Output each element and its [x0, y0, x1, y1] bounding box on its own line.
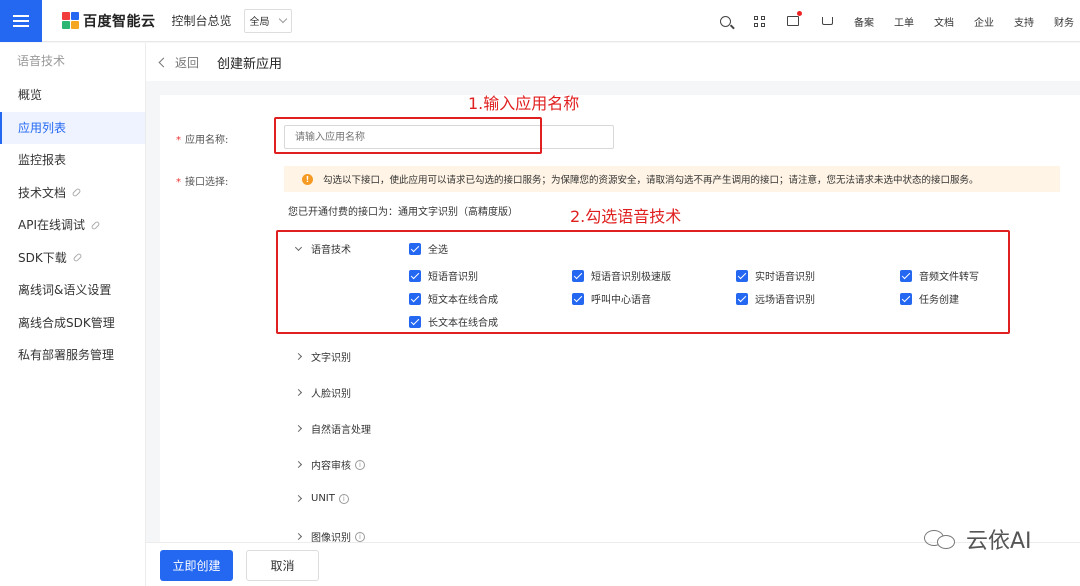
app-name-label: * 应用名称:	[176, 135, 229, 146]
sidebar-item-sdk-download[interactable]: SDK下载	[0, 242, 145, 275]
annotation-step-2: 2.勾选语音技术	[570, 207, 682, 226]
baidu-cloud-logo-icon	[62, 12, 79, 29]
message-icon	[787, 16, 799, 26]
sidebar-item-offline-sdk[interactable]: 离线合成SDK管理	[0, 307, 145, 340]
cancel-button[interactable]: 取消	[246, 550, 319, 581]
cart-button[interactable]	[810, 0, 844, 42]
chevron-right-icon	[294, 388, 303, 397]
required-mark: *	[176, 177, 181, 188]
page-header: 返回 创建新应用	[146, 43, 1080, 81]
chevron-right-icon	[294, 424, 303, 433]
category-unit-toggle[interactable]: UNIT i	[294, 493, 349, 504]
paid-api-text: 您已开通付费的接口为：通用文字识别（高精度版）	[288, 207, 518, 218]
region-value: 全局	[249, 17, 270, 28]
warning-icon: !	[302, 173, 313, 185]
annotation-step-1: 1.输入应用名称	[468, 94, 580, 113]
annotation-box-speech	[276, 230, 1010, 334]
back-button[interactable]: 返回	[158, 54, 200, 71]
brand-logo[interactable]: 百度智能云	[62, 11, 156, 31]
sidebar-item-app-list[interactable]: 应用列表	[0, 111, 145, 144]
category-ocr-toggle[interactable]: 文字识别	[294, 349, 351, 364]
grid-icon	[753, 15, 765, 27]
external-link-icon	[71, 187, 82, 198]
search-icon	[719, 15, 731, 27]
watermark-text: 云依AI	[966, 529, 1032, 554]
notice-text: 勾选以下接口，使此应用可以请求已勾选的接口服务；为保障您的资源安全，请取消勾选不…	[323, 175, 979, 186]
region-select[interactable]: 全局	[243, 8, 292, 33]
sidebar-item-label: API在线调试	[18, 218, 85, 232]
hamburger-icon	[13, 19, 29, 22]
info-icon: i	[338, 493, 349, 504]
chat-bubbles-icon	[924, 526, 958, 552]
annotation-box-name	[274, 117, 542, 154]
brand-name: 百度智能云	[83, 13, 156, 30]
top-navigation-bar: 百度智能云 控制台总览 全局 备案 工单 文档 企业 支持 财务	[0, 0, 1080, 42]
hamburger-menu-button[interactable]	[0, 0, 42, 42]
messages-button[interactable]	[776, 0, 810, 42]
chevron-right-icon	[294, 494, 303, 503]
topnav-link-beian[interactable]: 备案	[844, 14, 884, 29]
sidebar-item-tech-docs[interactable]: 技术文档	[0, 177, 145, 210]
page-title: 创建新应用	[217, 56, 283, 72]
topnav-link-finance[interactable]: 财务	[1044, 14, 1080, 29]
category-audit-toggle[interactable]: 内容审核 i	[294, 457, 365, 472]
category-face-toggle[interactable]: 人脸识别	[294, 385, 351, 400]
sidebar-item-label: 离线词&语义设置	[18, 283, 112, 297]
category-nlp-toggle[interactable]: 自然语言处理	[294, 421, 371, 436]
sidebar-item-label: 概览	[18, 88, 43, 102]
chevron-down-icon	[278, 14, 287, 24]
sidebar-item-overview[interactable]: 概览	[0, 79, 145, 112]
chevron-left-icon	[158, 57, 169, 67]
sidebar-item-label: 离线合成SDK管理	[18, 315, 115, 330]
sidebar-item-monitoring[interactable]: 监控报表	[0, 144, 145, 177]
sidebar-item-label: 技术文档	[18, 185, 67, 200]
sidebar-title: 语音技术	[17, 54, 66, 68]
topnav-link-docs[interactable]: 文档	[924, 14, 964, 29]
sidebar-item-label: 私有部署服务管理	[18, 348, 115, 362]
topnav-link-support[interactable]: 支持	[1004, 14, 1044, 29]
info-icon: i	[355, 459, 365, 470]
topnav-link-enterprise[interactable]: 企业	[964, 14, 1004, 29]
external-link-icon	[90, 220, 101, 231]
sidebar-item-private-deploy[interactable]: 私有部署服务管理	[0, 339, 145, 372]
sidebar: 语音技术 概览 应用列表 监控报表 技术文档 API在线调试 SDK下载 离线词…	[0, 43, 146, 586]
create-now-button[interactable]: 立即创建	[160, 550, 233, 581]
create-app-form: *应用名称: *接口选择: ! 勾选以下接口，使此应用可以请求已勾选的接口服务；…	[160, 94, 1080, 545]
sidebar-item-label: 监控报表	[18, 153, 67, 167]
info-icon: i	[355, 531, 365, 542]
console-overview-link[interactable]: 控制台总览	[172, 12, 232, 29]
sidebar-item-label: SDK下载	[18, 250, 67, 265]
chevron-right-icon	[294, 352, 303, 361]
chevron-right-icon	[294, 460, 303, 469]
sidebar-item-api-debug[interactable]: API在线调试	[0, 209, 145, 242]
sidebar-item-offline-words[interactable]: 离线词&语义设置	[0, 274, 145, 307]
sidebar-item-label: 应用列表	[18, 120, 67, 135]
chevron-right-icon	[294, 532, 303, 541]
watermark: 云依AI	[924, 523, 1032, 555]
apps-button[interactable]	[742, 0, 776, 42]
notification-dot	[797, 11, 802, 16]
cart-icon	[821, 17, 833, 25]
topnav-link-ticket[interactable]: 工单	[884, 14, 924, 29]
required-mark: *	[176, 135, 181, 146]
api-select-label: * 接口选择:	[176, 177, 229, 188]
search-button[interactable]	[708, 0, 742, 42]
notice-banner: ! 勾选以下接口，使此应用可以请求已勾选的接口服务；为保障您的资源安全，请取消勾…	[284, 166, 1060, 192]
external-link-icon	[72, 252, 83, 263]
back-label: 返回	[175, 55, 200, 70]
